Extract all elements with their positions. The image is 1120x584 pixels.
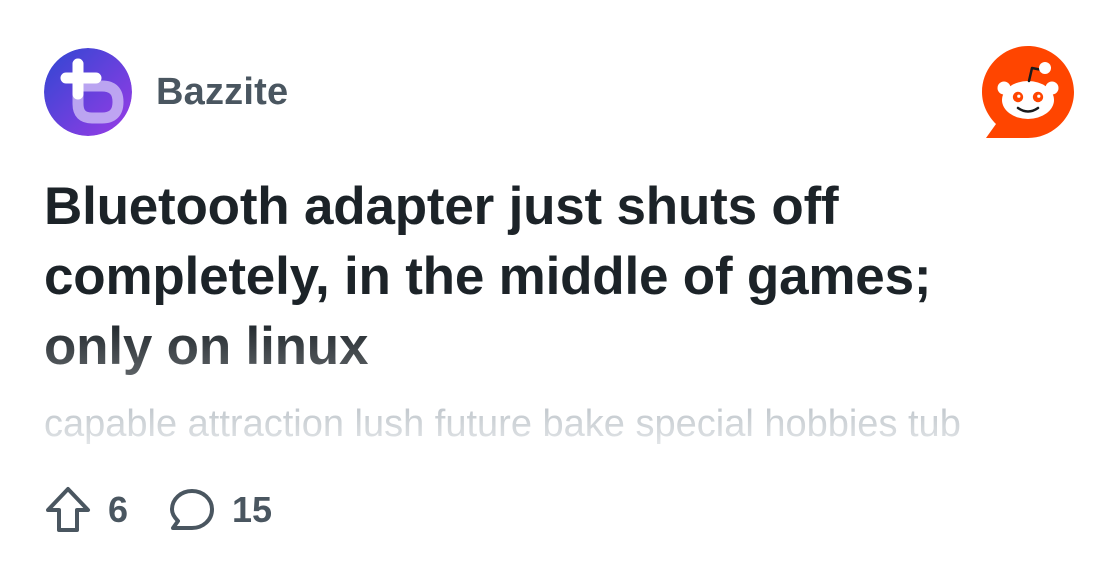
comment-bubble-icon (170, 489, 215, 530)
upvote-count: 6 (108, 489, 129, 530)
upvote-button[interactable]: 6 (44, 485, 128, 535)
upvote-arrow-icon (46, 487, 90, 532)
post-stats: 6 15 (44, 484, 272, 536)
post-share-card: Bazzite Bluetooth adapter just shuts off… (0, 0, 1120, 584)
subreddit-name[interactable]: Bazzite (156, 71, 288, 114)
comment-count: 15 (232, 489, 273, 530)
post-body-preview: capable attraction lush future bake spec… (44, 403, 961, 445)
post-title[interactable]: Bluetooth adapter just shuts off complet… (44, 172, 1044, 382)
bazzite-logo-icon[interactable] (44, 48, 132, 136)
comments-button[interactable]: 15 (168, 486, 272, 534)
reddit-logo-icon (982, 46, 1074, 138)
post-header: Bazzite (44, 48, 288, 136)
